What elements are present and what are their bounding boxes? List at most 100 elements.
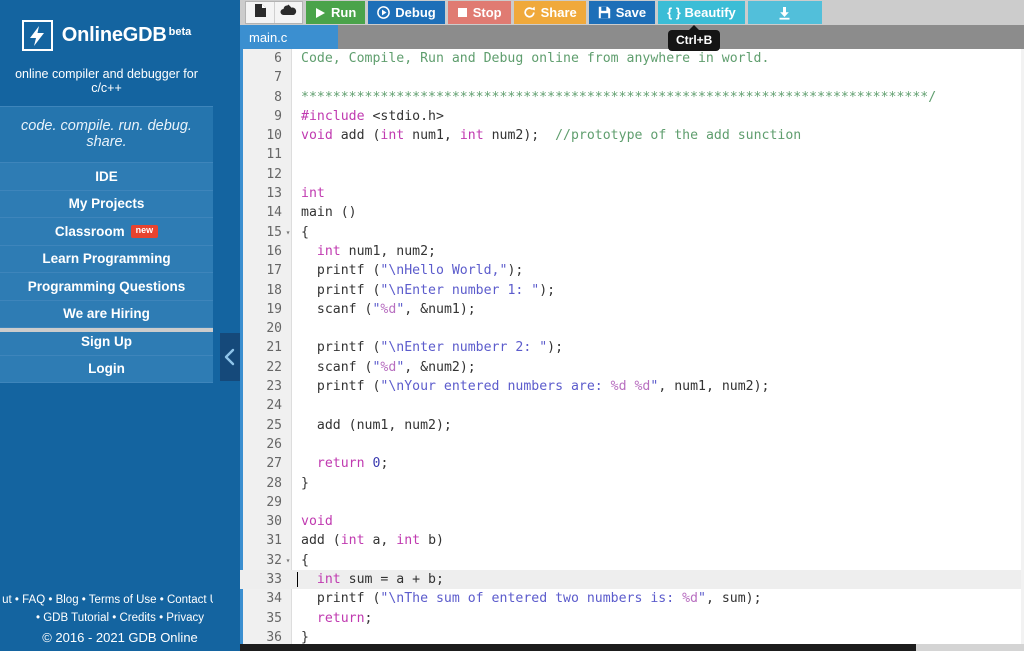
line-number: 33: [266, 572, 282, 588]
debug-button[interactable]: Debug: [368, 1, 445, 24]
code-line[interactable]: 6 Code, Compile, Run and Debug online fro…: [240, 49, 1024, 68]
sidebar-collapse-button[interactable]: [220, 333, 240, 381]
stop-button[interactable]: Stop: [447, 1, 511, 24]
code-line[interactable]: 32 ▾ {: [240, 551, 1024, 570]
line-number: 34: [266, 591, 282, 607]
footer-links-row-1[interactable]: ut • FAQ • Blog • Terms of Use • Contact…: [0, 591, 213, 610]
code-line[interactable]: 33 int sum = a + b;: [240, 570, 1024, 590]
code-line[interactable]: 20: [240, 319, 1024, 338]
upload-cloud-icon: [280, 3, 297, 22]
code-line[interactable]: 17 printf ("\nHello World,");: [240, 261, 1024, 280]
code-line[interactable]: 25 add (num1, num2);: [240, 416, 1024, 435]
fold-toggle-icon[interactable]: ▾: [284, 551, 292, 570]
line-number: 13: [266, 186, 282, 202]
run-button[interactable]: Run: [306, 1, 366, 24]
code-line[interactable]: 21 printf ("\nEnter numberr 2: ");: [240, 338, 1024, 357]
sidebar-item-classroom[interactable]: Classroom new: [0, 218, 213, 246]
line-number: 29: [266, 494, 282, 510]
sidebar: OnlineGDB beta online compiler and debugg…: [0, 0, 213, 651]
brand-name-wrap: OnlineGDB beta: [62, 24, 192, 47]
code-line[interactable]: 29: [240, 493, 1024, 512]
sidebar-item-we-are-hiring[interactable]: We are Hiring: [0, 300, 213, 328]
code-line-source: add (int a, int b): [301, 533, 444, 549]
line-number: 14: [266, 205, 282, 221]
sidebar-item-ide[interactable]: IDE: [0, 163, 213, 191]
line-number: 16: [266, 243, 282, 259]
sidebar-item-my-projects[interactable]: My Projects: [0, 190, 213, 218]
code-line[interactable]: 26: [240, 435, 1024, 454]
code-line[interactable]: 12: [240, 165, 1024, 184]
footer-links-row-2[interactable]: • GDB Tutorial • Credits • Privacy: [0, 609, 213, 628]
beautify-button[interactable]: { } Beautify: [658, 1, 745, 24]
save-button[interactable]: Save: [588, 1, 656, 24]
line-number: 19: [266, 301, 282, 317]
lightning-bolt-icon: [21, 20, 53, 51]
code-line-source: }: [301, 475, 309, 491]
code-content[interactable]: 6 Code, Compile, Run and Debug online fro…: [240, 49, 1024, 644]
sidebar-item-sign-up[interactable]: Sign Up: [0, 328, 213, 356]
code-line[interactable]: 28}: [240, 474, 1024, 493]
code-line[interactable]: 18 printf ("\nEnter number 1: ");: [240, 281, 1024, 300]
code-line[interactable]: 16 int num1, num2;: [240, 242, 1024, 261]
line-number: 15: [266, 224, 282, 240]
code-line[interactable]: 8 ***************************************…: [240, 88, 1024, 107]
code-line-source: printf ("\nEnter numberr 2: ");: [301, 340, 564, 356]
share-button[interactable]: Share: [513, 1, 586, 24]
sidebar-item-programming-questions[interactable]: Programming Questions: [0, 273, 213, 301]
editor-tabbar: main.c: [240, 25, 1024, 49]
code-line-source: main (): [301, 205, 357, 221]
code-line-source: scanf ("%d", &num2);: [301, 359, 476, 375]
code-line[interactable]: 7: [240, 68, 1024, 87]
text-cursor: [297, 572, 298, 588]
line-number: 31: [266, 533, 282, 549]
code-editor[interactable]: 6 Code, Compile, Run and Debug online fro…: [240, 49, 1024, 644]
code-line[interactable]: 31 add (int a, int b): [240, 531, 1024, 550]
new-file-icon: [254, 3, 267, 23]
line-number: 26: [266, 436, 282, 452]
line-number: 17: [266, 263, 282, 279]
line-number: 7: [274, 70, 282, 86]
code-line[interactable]: 15 ▾ {: [240, 223, 1024, 242]
code-line[interactable]: 11: [240, 145, 1024, 164]
file-actions-group: [245, 1, 303, 24]
code-line-source: }: [301, 629, 309, 644]
editor-horizontal-scrollbar-thumb[interactable]: [240, 644, 916, 651]
line-number: 21: [266, 340, 282, 356]
code-line[interactable]: 19 scanf ("%d", &num1);: [240, 300, 1024, 319]
code-line[interactable]: 9 #include <stdio.h>: [240, 107, 1024, 126]
play-icon: [315, 7, 326, 19]
code-line[interactable]: 22 scanf ("%d", &num2);: [240, 358, 1024, 377]
line-number: 32: [266, 552, 282, 568]
code-line[interactable]: 36}: [240, 628, 1024, 644]
line-number: 11: [266, 147, 282, 163]
code-line-source: scanf ("%d", &num1);: [301, 301, 476, 317]
stop-square-icon: [457, 7, 468, 18]
sidebar-item-login[interactable]: Login: [0, 355, 213, 383]
line-number: 12: [266, 166, 282, 182]
code-line[interactable]: 34 printf ("\nThe sum of entered two num…: [240, 589, 1024, 608]
code-line[interactable]: 10 void add (int num1, int num2); //proto…: [240, 126, 1024, 145]
upload-file-button[interactable]: [274, 2, 302, 23]
sidebar-item-label: Learn Programming: [42, 251, 171, 267]
download-button[interactable]: [747, 1, 822, 24]
brand-header[interactable]: OnlineGDB beta: [0, 0, 213, 67]
editor-horizontal-scrollbar[interactable]: [240, 644, 1024, 651]
code-line[interactable]: 35 return;: [240, 609, 1024, 628]
code-line[interactable]: 13 int: [240, 184, 1024, 203]
new-file-button[interactable]: [246, 2, 274, 23]
code-line[interactable]: 27 return 0;: [240, 454, 1024, 473]
code-line[interactable]: 23 printf ("\nYour entered numbers are: …: [240, 377, 1024, 396]
code-line[interactable]: 14 main (): [240, 203, 1024, 222]
save-button-label: Save: [615, 5, 647, 20]
fold-toggle-icon[interactable]: ▾: [284, 223, 292, 242]
code-line-source: #include <stdio.h>: [301, 108, 444, 124]
onlinegdb-ide-page: OnlineGDB beta online compiler and debugg…: [0, 0, 1024, 651]
code-line-source: void: [301, 514, 333, 530]
code-line[interactable]: 30 void: [240, 512, 1024, 531]
code-line-source: Code, Compile, Run and Debug online from…: [301, 51, 770, 66]
sidebar-item-learn-programming[interactable]: Learn Programming: [0, 245, 213, 273]
tab-main-c[interactable]: main.c: [240, 25, 338, 49]
code-line[interactable]: 24: [240, 396, 1024, 415]
floppy-disk-icon: [598, 6, 611, 19]
footer-copyright: © 2016 - 2021 GDB Online: [42, 630, 198, 645]
